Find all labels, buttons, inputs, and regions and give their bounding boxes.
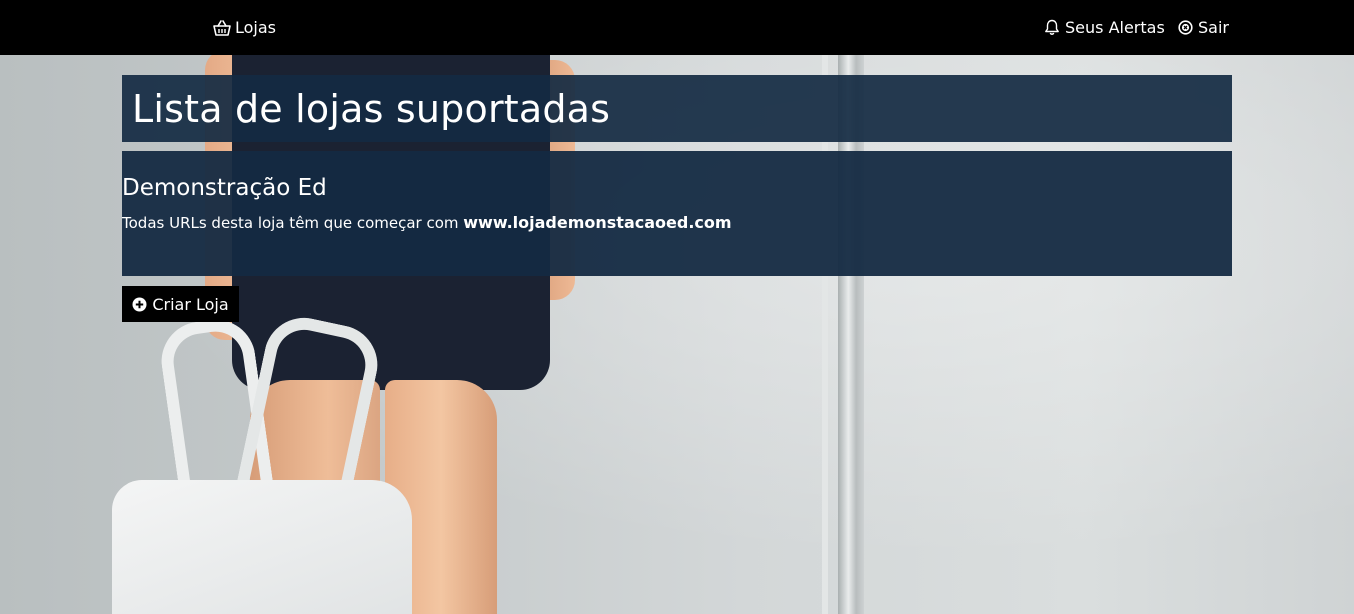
store-description: Todas URLs desta loja têm que começar co… bbox=[122, 213, 732, 232]
times-circle-icon bbox=[1176, 19, 1194, 37]
nav-alerts-label: Seus Alertas bbox=[1065, 18, 1165, 37]
bell-icon bbox=[1043, 19, 1061, 37]
page-title: Lista de lojas suportadas bbox=[132, 86, 611, 131]
plus-circle-icon bbox=[132, 297, 147, 312]
nav-stores-label: Lojas bbox=[235, 18, 277, 37]
shopping-basket-icon bbox=[213, 19, 231, 37]
nav-alerts-link[interactable]: Seus Alertas bbox=[1043, 0, 1165, 55]
nav-logout-link[interactable]: Sair bbox=[1176, 0, 1229, 55]
nav-logout-label: Sair bbox=[1198, 18, 1229, 37]
top-navbar: Lojas Seus Alertas Sair bbox=[0, 0, 1354, 55]
create-store-label: Criar Loja bbox=[152, 294, 229, 314]
create-store-button[interactable]: Criar Loja bbox=[122, 286, 239, 322]
store-url: www.lojademonstacaoed.com bbox=[463, 213, 732, 232]
store-name: Demonstração Ed bbox=[122, 175, 327, 201]
store-list-item: Demonstração Ed Todas URLs desta loja tê… bbox=[122, 151, 1232, 276]
nav-stores-link[interactable]: Lojas bbox=[213, 0, 276, 55]
page-title-panel: Lista de lojas suportadas bbox=[122, 75, 1232, 142]
store-description-prefix: Todas URLs desta loja têm que começar co… bbox=[122, 214, 464, 232]
